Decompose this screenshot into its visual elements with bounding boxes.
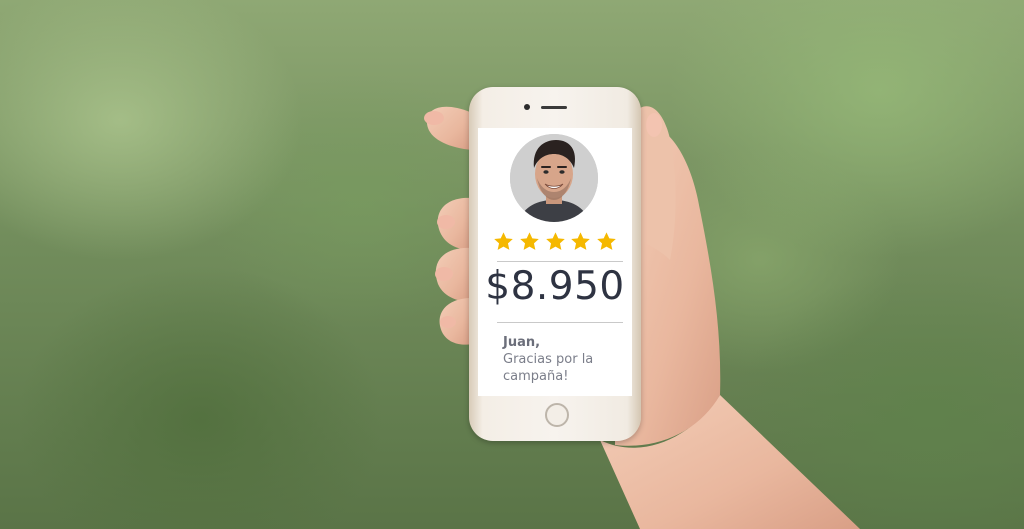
message-line-1: Gracias por la (503, 352, 594, 367)
star-icon (545, 232, 565, 250)
phone-screen: $8.950 Juan, Gracias por la campaña! (478, 128, 632, 396)
star-icon (571, 232, 591, 250)
divider-top (497, 261, 623, 262)
front-camera (524, 104, 530, 110)
thank-you-message: Juan, Gracias por la campaña! (503, 334, 623, 385)
price-amount: $8.950 (485, 264, 625, 309)
message-recipient-name: Juan, (503, 335, 541, 350)
divider-bottom (497, 322, 623, 323)
star-icon (494, 232, 513, 250)
message-line-2: campaña! (503, 369, 569, 384)
earpiece-speaker (541, 106, 567, 109)
avatar (510, 134, 598, 222)
home-button[interactable] (545, 403, 569, 427)
background-photo: $8.950 Juan, Gracias por la campaña! (0, 0, 1024, 529)
star-icon (519, 232, 539, 250)
smartphone: $8.950 Juan, Gracias por la campaña! (469, 87, 641, 441)
star-icon (597, 232, 616, 250)
avatar-portrait-icon (510, 134, 598, 222)
rating-stars (493, 231, 617, 253)
